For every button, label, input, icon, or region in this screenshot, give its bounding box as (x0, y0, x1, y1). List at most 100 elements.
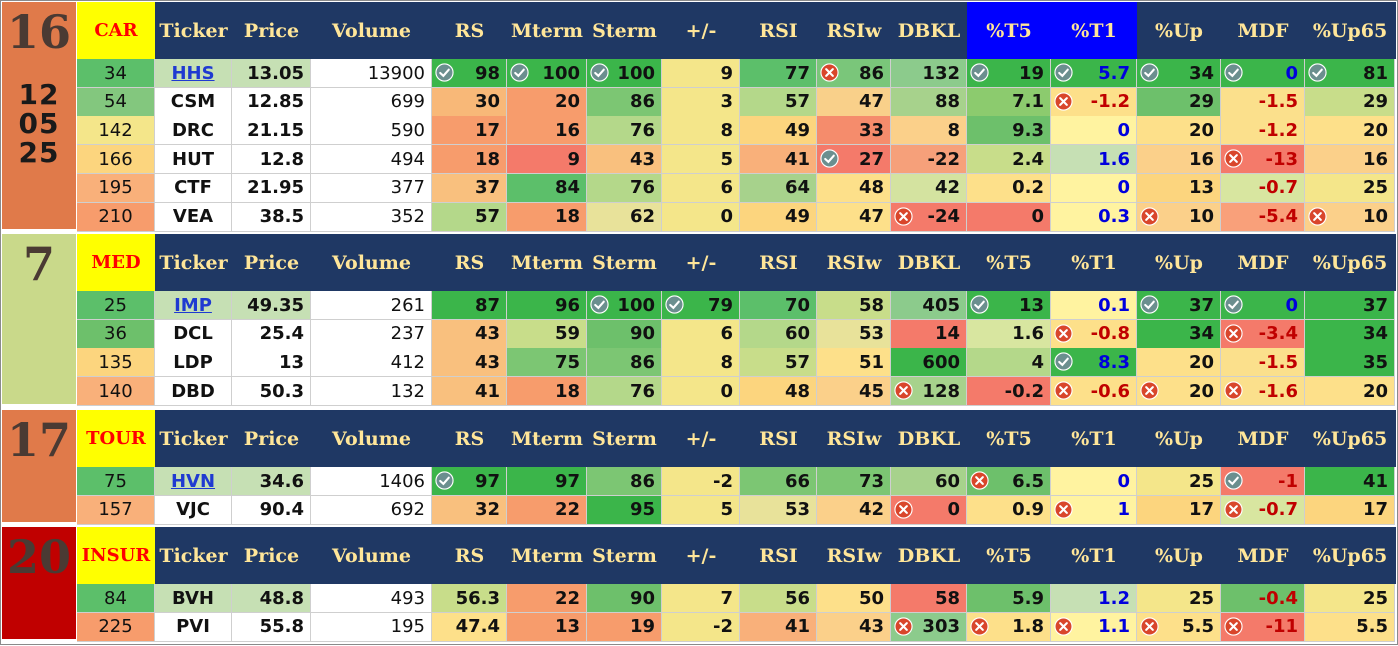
table-row[interactable]: 195 CTF 21.95 377 37 84 76 6 64 48 42 0.2 0 13 -0.7 25 (0, 173, 1398, 203)
cell-up65: 16 (1305, 145, 1395, 175)
sector-rank: 17 (6, 413, 71, 467)
cell-rsi: 64 (740, 173, 817, 203)
cell-dbkl: 0 (891, 495, 967, 525)
cell-value: 49 (784, 206, 810, 227)
table-row[interactable]: 135 LDP 13 412 43 75 86 8 57 51 600 4 8.3 20 -1.5 35 (0, 348, 1398, 378)
cell-rs: 57 (432, 202, 507, 232)
cell-ticker[interactable]: HHS (155, 59, 232, 88)
cell-price: 13.05 (232, 59, 311, 88)
cell-value: -2 (713, 616, 733, 638)
cell-value: 43 (858, 616, 884, 638)
sector-header-row: INSUR Ticker Price Volume RS Mterm Sterm +/- RSI… (77, 527, 1396, 584)
cell-value: 55.8 (259, 616, 304, 638)
cell-value: 47 (858, 206, 884, 227)
cell-t1: 0.3 (1051, 202, 1137, 232)
cell-t1: 1.2 (1051, 584, 1137, 613)
cell-rs: 87 (432, 291, 507, 320)
table-row[interactable]: 210 VEA 38.5 352 57 18 62 0 49 47 -24 0 0.3 10 -5.4 10 (0, 202, 1398, 232)
cell-pm: 7 (662, 584, 740, 613)
cell-value: -1.2 (1090, 91, 1130, 113)
cell-value: -1.2 (1258, 119, 1298, 141)
cell-value: 10 (1188, 206, 1214, 227)
cell-value: 54 (104, 91, 127, 113)
check-icon (435, 471, 454, 490)
column-header-pm: +/- (685, 427, 717, 450)
column-header-volume: Volume (332, 544, 411, 567)
sector-group: 7 MED Ticker Price Volume RS Mterm Sterm +/- RSI R… (0, 234, 1398, 407)
cell-ticker[interactable]: IMP (155, 291, 232, 320)
cell-value: 41 (1362, 470, 1388, 492)
cell-t5: 1.6 (967, 319, 1051, 349)
table-row[interactable]: 157 VJC 90.4 692 32 22 95 5 53 42 0 0.9 1 17 -0.7 17 (0, 495, 1398, 525)
cell-pm: 3 (662, 87, 740, 117)
cell-dbkl: 405 (891, 291, 967, 320)
sector-tag: TOUR (77, 410, 155, 467)
cell-mdf: -1.2 (1221, 116, 1305, 146)
cell-value: 86 (629, 351, 655, 373)
check-icon (1224, 295, 1243, 314)
cell-up65: 81 (1305, 59, 1395, 88)
cross-icon (1224, 324, 1243, 343)
cell-ticker: HUT (155, 145, 232, 175)
cell-sterm: 62 (587, 202, 662, 232)
cell-value: 56.3 (455, 587, 500, 609)
cell-value: 34 (1362, 323, 1388, 345)
cell-value: 36 (104, 323, 127, 345)
cell-value: 38.5 (259, 206, 304, 227)
cell-mterm: 97 (507, 467, 587, 496)
cell-rs: 18 (432, 145, 507, 175)
cell-value: 14 (934, 323, 960, 345)
column-header-rsi: RSI (759, 427, 798, 450)
column-header-mterm: Mterm (510, 544, 583, 567)
cell-up: 37 (1137, 291, 1221, 320)
cell-price: 48.8 (232, 584, 311, 613)
table-row[interactable]: 36 DCL 25.4 237 43 59 90 6 60 53 14 1.6 -0.8 34 -3.4 34 (0, 319, 1398, 349)
column-header-dbkl: DBKL (897, 251, 961, 274)
cell-rsi: 48 (740, 377, 817, 407)
cell-mdf: -1 (1221, 467, 1305, 496)
cell-up65: 20 (1305, 377, 1395, 407)
cell-value: -0.2 (1004, 380, 1044, 402)
cell-value: 53 (784, 499, 810, 521)
table-row[interactable]: 54 CSM 12.85 699 30 20 86 3 57 47 88 7.1 -1.2 29 -1.5 2… (0, 87, 1398, 117)
cell-rsiw: 58 (817, 291, 891, 320)
cell-ticker: LDP (155, 348, 232, 378)
cell-value: 352 (390, 206, 425, 227)
cell-value: 13 (554, 616, 580, 638)
cell-price: 13 (232, 348, 311, 378)
column-header-mterm: Mterm (510, 427, 583, 450)
cell-value: 97 (474, 470, 500, 492)
cell-value: 48 (784, 380, 810, 402)
cell-rs: 37 (432, 173, 507, 203)
cell-value: 76 (629, 119, 655, 141)
cell-value: 5.9 (1012, 587, 1044, 609)
table-row[interactable]: 75 HVN 34.6 1406 97 97 86 -2 66 73 60 6.5 0 25 -1 41 (0, 467, 1398, 496)
cell-rsi: 41 (740, 612, 817, 642)
cell-value: 70 (784, 294, 810, 316)
table-row[interactable]: 140 DBD 50.3 132 41 18 76 0 48 45 128 -0.2 -0.6 20 -1.… (0, 377, 1398, 407)
cell-value: 62 (629, 206, 655, 227)
cell-ticker[interactable]: HVN (155, 467, 232, 496)
table-row[interactable]: 84 BVH 48.8 493 56.3 22 90 7 56 50 58 5.9 1.2 25 -0.4 2… (0, 584, 1398, 613)
cell-value: 18 (554, 380, 580, 402)
cell-value: LDP (173, 351, 213, 373)
column-header-rsiw: RSIw (826, 251, 882, 274)
cell-price: 12.85 (232, 87, 311, 117)
cross-icon (1224, 381, 1243, 400)
check-icon (1224, 63, 1243, 82)
table-row[interactable]: 34 HHS 13.05 13900 98 100 100 9 77 86 132 19 5.7 34 0 8… (0, 59, 1398, 88)
cell-rsi: 49 (740, 202, 817, 232)
cell-value: 29 (1188, 91, 1214, 113)
column-header-rs: RS (454, 544, 485, 567)
cell-t5: 1.8 (967, 612, 1051, 642)
cell-mterm: 96 (507, 291, 587, 320)
table-row[interactable]: 142 DRC 21.15 590 17 16 76 8 49 33 8 9.3 0 20 -1.2 20 (0, 116, 1398, 146)
cell-value: 49 (784, 119, 810, 141)
cell-value: CTF (174, 177, 212, 199)
cell-value: 142 (98, 119, 133, 141)
table-row[interactable]: 225 PVI 55.8 195 47.4 13 19 -2 41 43 303 1.8 1.1 5.5 -… (0, 612, 1398, 642)
column-header-t5: %T5 (986, 251, 1032, 274)
cell-value: 0 (1117, 119, 1130, 141)
table-row[interactable]: 166 HUT 12.8 494 18 9 43 5 41 27 -22 2.4 1.6 16 -13 16 (0, 145, 1398, 175)
table-row[interactable]: 25 IMP 49.35 261 87 96 100 79 70 58 405 13 0.1 37 0 37 (0, 291, 1398, 320)
